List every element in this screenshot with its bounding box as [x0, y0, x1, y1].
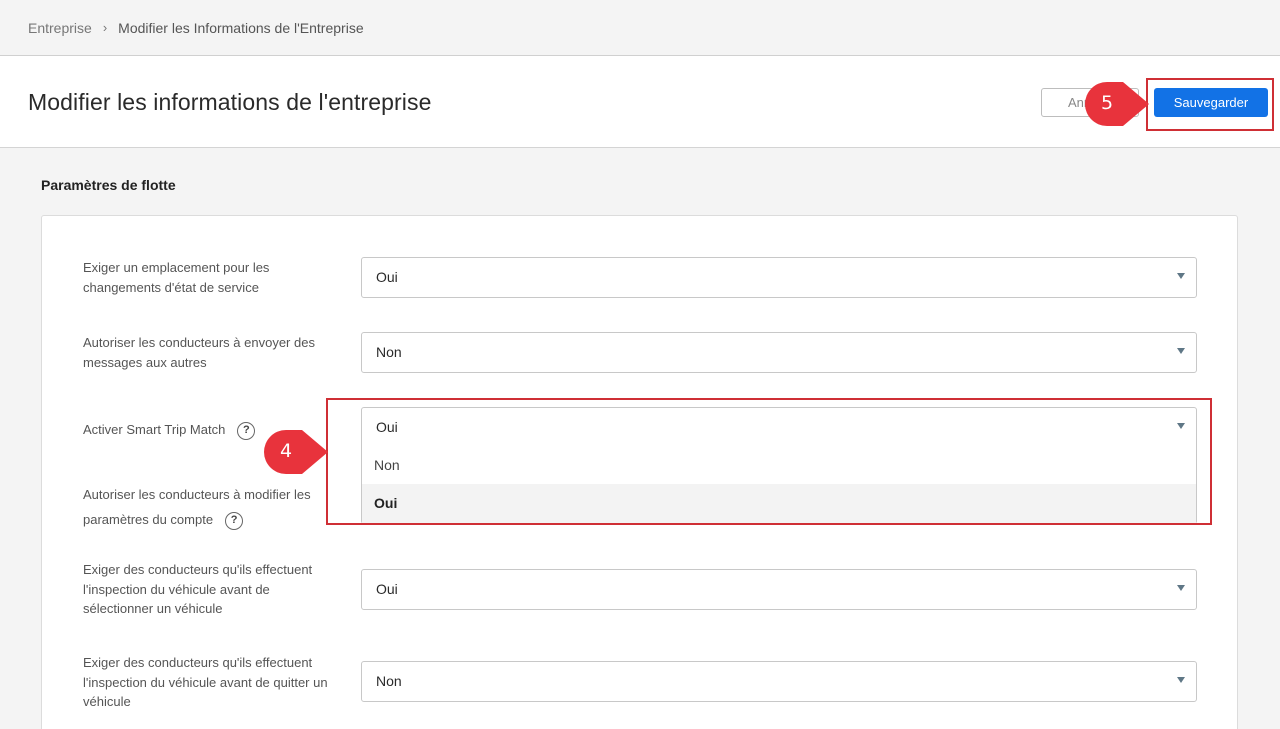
label-line: l'inspection du véhicule avant de quitte… — [83, 674, 328, 690]
label-line: Autoriser les conducteurs à modifier les — [83, 487, 311, 502]
setting-label-driver-messages: Autoriser les conducteurs à envoyer des … — [83, 333, 343, 372]
select-value: Oui — [376, 269, 398, 285]
select-inspection-before-leave[interactable]: Non — [361, 661, 1197, 702]
label-line: Exiger des conducteurs qu'ils effectuent — [83, 655, 313, 670]
breadcrumb: Entreprise › Modifier les Informations d… — [0, 0, 1280, 56]
label-line: Autoriser les conducteurs à envoyer des — [83, 335, 315, 350]
label-line: changements d'état de service — [83, 279, 259, 295]
label-line: Exiger un emplacement pour les — [83, 260, 270, 275]
label-line: sélectionner un véhicule — [83, 601, 223, 616]
label-line: messages aux autres — [83, 354, 207, 370]
select-value: Oui — [376, 581, 398, 597]
label-line: véhicule — [83, 694, 131, 709]
select-value: Non — [376, 673, 402, 689]
select-location-required[interactable]: Oui — [361, 257, 1197, 298]
setting-label-location-required: Exiger un emplacement pour les changemen… — [83, 258, 343, 297]
question-circle-icon[interactable]: ? — [237, 421, 256, 440]
page-title: Modifier les informations de l'entrepris… — [28, 89, 432, 115]
breadcrumb-current: Modifier les Informations de l'Entrepris… — [118, 19, 364, 36]
select-driver-messages[interactable]: Non — [361, 332, 1197, 373]
caret-down-icon — [1177, 348, 1185, 354]
breadcrumb-link-entreprise[interactable]: Entreprise — [28, 20, 92, 36]
caret-down-icon — [1177, 677, 1185, 683]
select-value: Non — [376, 344, 402, 360]
dropdown-highlight-box — [326, 398, 1212, 525]
save-highlight-box — [1146, 78, 1274, 131]
select-inspection-before-select[interactable]: Oui — [361, 569, 1197, 610]
callout-number: 4 — [279, 440, 293, 462]
caret-down-icon — [1177, 585, 1185, 591]
callout-step-5: 5 — [1085, 82, 1149, 126]
label-line: Activer Smart Trip Match — [83, 422, 226, 437]
setting-label-edit-account: Autoriser les conducteurs à modifier les… — [83, 482, 343, 532]
setting-label-inspection-before-select: Exiger des conducteurs qu'ils effectuent… — [83, 560, 343, 619]
callout-step-4: 4 — [264, 430, 328, 474]
caret-down-icon — [1177, 273, 1185, 279]
label-line: paramètres du compte — [83, 512, 214, 527]
setting-label-inspection-before-leave: Exiger des conducteurs qu'ils effectuent… — [83, 653, 343, 712]
callout-number: 5 — [1100, 92, 1114, 114]
chevron-right-icon: › — [102, 20, 108, 35]
question-circle-icon[interactable]: ? — [225, 511, 244, 530]
label-line: Exiger des conducteurs qu'ils effectuent — [83, 562, 313, 577]
label-line: l'inspection du véhicule avant de — [83, 581, 270, 597]
section-title: Paramètres de flotte — [41, 177, 176, 193]
